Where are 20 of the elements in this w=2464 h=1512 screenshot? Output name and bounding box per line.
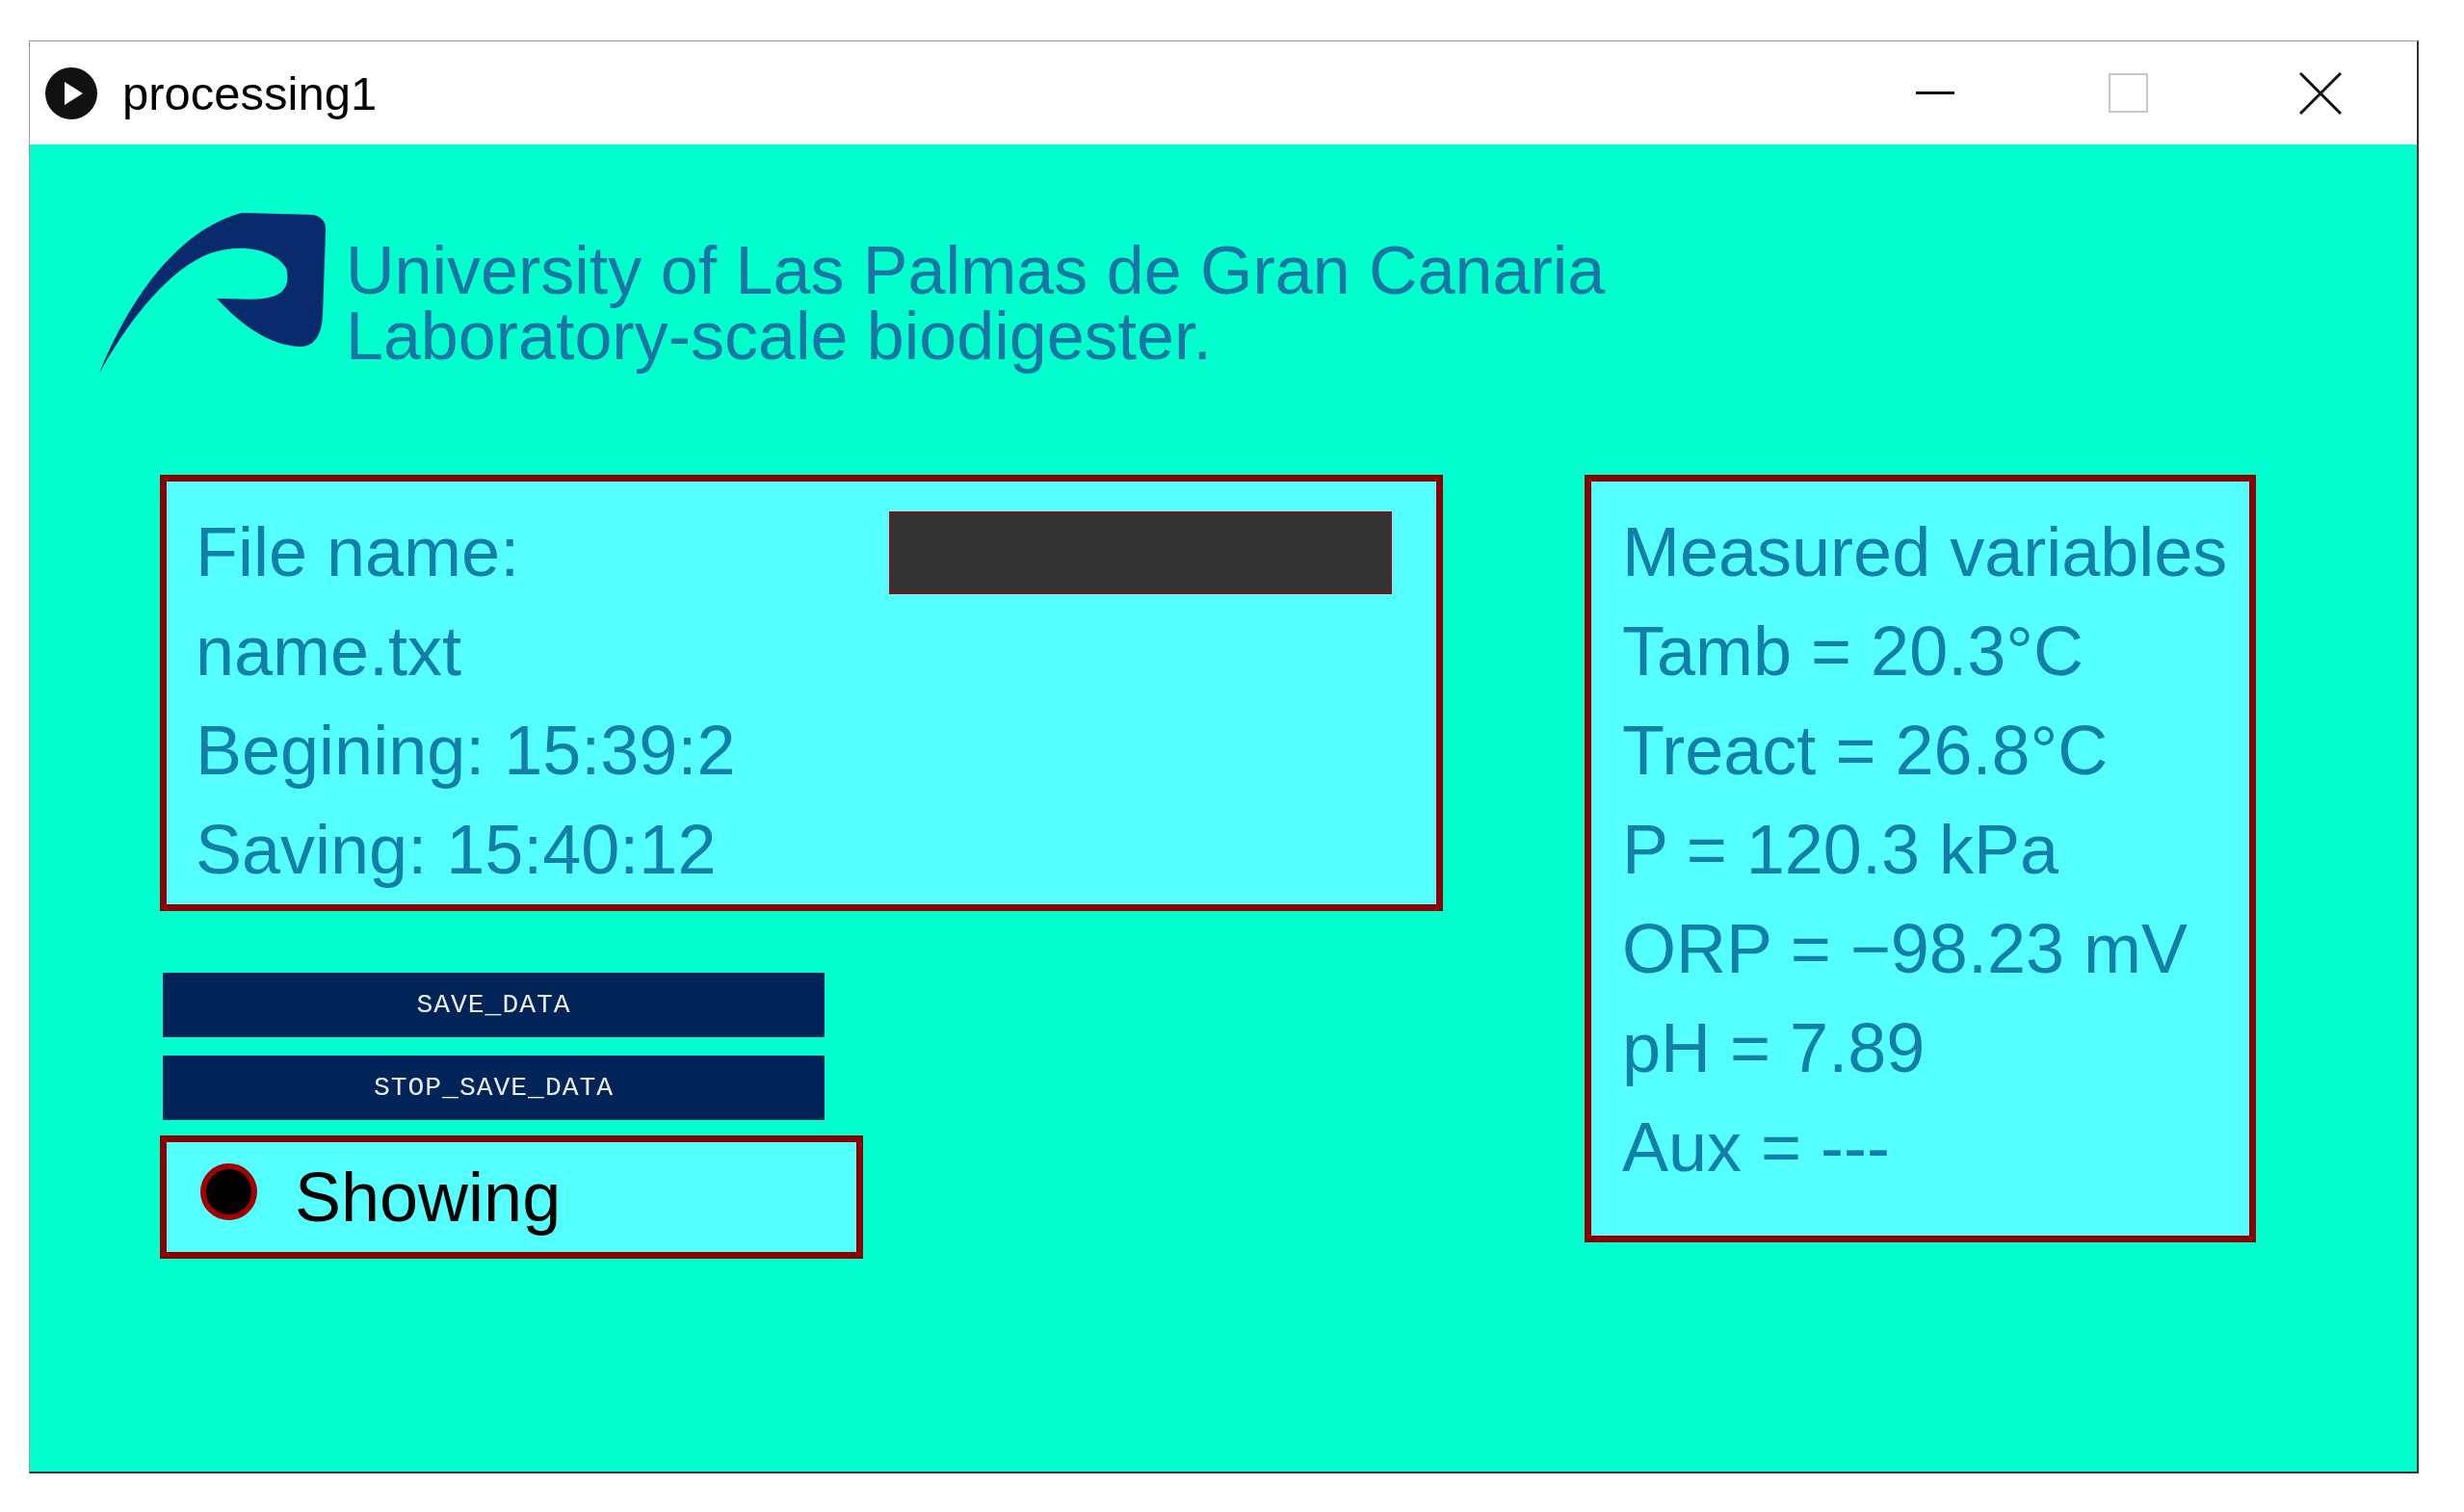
save-data-button[interactable]: SAVE_DATA <box>163 973 825 1037</box>
showing-toggle[interactable]: Showing <box>160 1135 863 1259</box>
maximize-icon <box>2108 73 2148 113</box>
time-text: Saving: 15:40:12 <box>196 810 717 890</box>
file-name-label: File name: <box>196 512 520 592</box>
panel-title: Measured variables <box>1622 512 2228 592</box>
measurement-text: pH = 7.89 <box>1622 1008 1926 1088</box>
time-text: Begining: 15:39:2 <box>196 711 736 791</box>
file-name-field[interactable] <box>889 510 1392 594</box>
measurement-text: P = 120.3 kPa <box>1622 810 2059 890</box>
play-icon <box>45 66 97 119</box>
minimize-icon <box>1916 91 1954 94</box>
stop-save-data-button[interactable]: STOP_SAVE_DATA <box>163 1056 825 1120</box>
measurement-text: Treact = 26.8°C <box>1622 711 2109 791</box>
measurement-text: Aux = --- <box>1622 1108 1891 1187</box>
file-name-text: name.txt <box>196 612 462 691</box>
measurement-text: Tamb = 20.3°C <box>1622 612 2084 691</box>
close-icon <box>2299 71 2342 115</box>
measurement-text: ORP = −98.23 mV <box>1622 909 2188 989</box>
window-title: processing1 <box>122 65 378 120</box>
